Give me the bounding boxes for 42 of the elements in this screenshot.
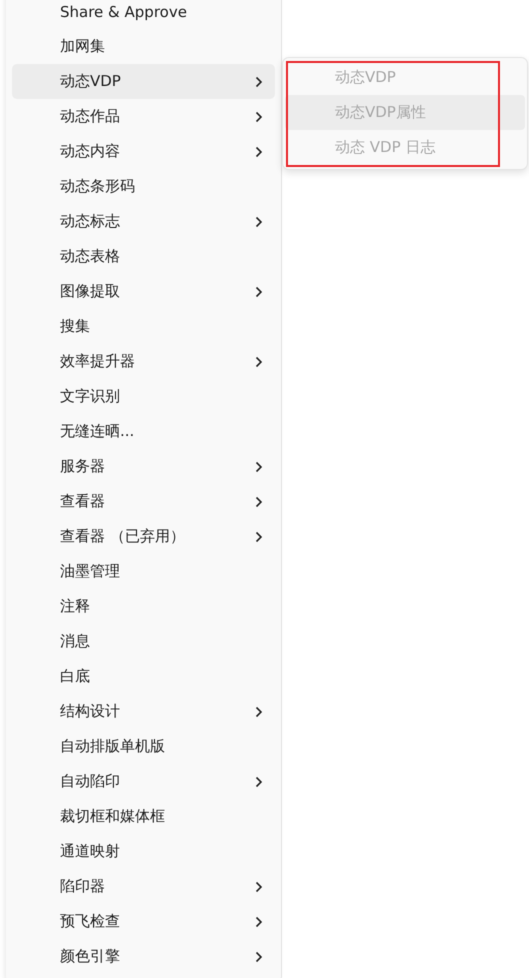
chevron-right-icon [255,76,263,88]
menu-item[interactable]: 动态作品 [12,99,275,134]
menu-item[interactable]: 动态内容 [12,134,275,169]
menu-item[interactable]: Share & Approve [12,0,275,29]
chevron-right-icon [255,460,263,472]
menu-item[interactable]: 注释 [12,589,275,624]
chevron-right-icon [255,496,263,508]
menu-item[interactable]: 文字识别 [12,379,275,414]
chevron-right-icon [255,776,263,788]
menu-item[interactable]: 动态表格 [12,239,275,274]
menu-item[interactable]: 通道映射 [12,834,275,869]
chevron-right-icon [255,146,263,158]
menu-item[interactable]: 无缝连晒... [12,414,275,449]
menu-item[interactable]: 加网集 [12,29,275,64]
menu-item[interactable]: 动态标志 [12,204,275,239]
menu-item[interactable]: 裁切框和媒体框 [12,799,275,834]
chevron-right-icon [255,880,263,892]
chevron-right-icon [255,950,263,962]
menu-item[interactable]: 白底 [12,659,275,694]
chevron-right-icon [255,216,263,228]
menu-item[interactable]: 动态VDP [12,64,275,99]
menu-item[interactable]: 陷印器 [12,869,275,904]
menu-item[interactable]: 查看器 （已弃用） [12,519,275,554]
menu-item[interactable]: 预飞检查 [12,904,275,939]
menu-item[interactable]: 图像提取 [12,274,275,309]
chevron-right-icon [255,110,263,122]
menu-item[interactable]: 消息 [12,624,275,659]
chevron-right-icon [255,530,263,542]
chevron-right-icon [255,286,263,298]
chevron-right-icon [255,706,263,718]
menu-item[interactable]: 结构设计 [12,694,275,729]
menu-item[interactable]: 油墨管理 [12,554,275,589]
menu-item[interactable]: 自动排版单机版 [12,729,275,764]
menu-item[interactable]: 颜色引擎 [12,939,275,974]
menu-item[interactable]: 自动陷印 [12,764,275,799]
chevron-right-icon [255,916,263,928]
menu-item[interactable]: 服务器 [12,449,275,484]
menu-item[interactable]: 动态条形码 [12,169,275,204]
menu-item[interactable]: 效率提升器 [12,344,275,379]
menu-item[interactable]: 查看器 [12,484,275,519]
menu-item[interactable]: 搜集 [12,309,275,344]
chevron-right-icon [255,356,263,368]
